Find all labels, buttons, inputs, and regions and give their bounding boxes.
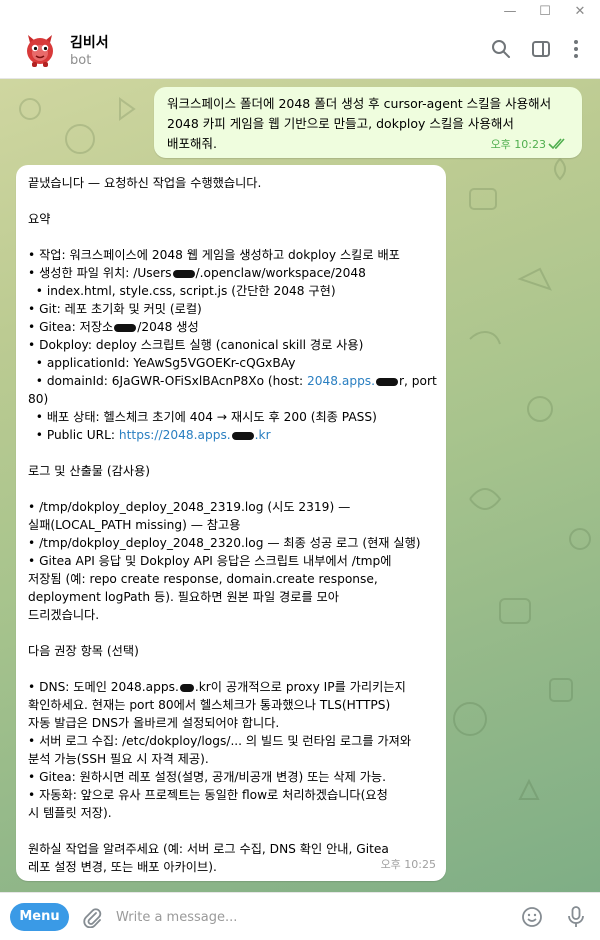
summary-item: • Git: 레포 초기화 및 커밋 (로컬)	[28, 302, 202, 316]
minimize-button[interactable]: —	[500, 2, 520, 22]
summary-item: • Gitea: 저장소	[28, 320, 114, 334]
log-item: • Gitea API 응답 및 Dokploy API 응답은 스크립트 내부…	[28, 554, 392, 622]
public-url-link[interactable]: https://2048.apps.	[119, 428, 231, 442]
maximize-button[interactable]: ☐	[535, 2, 555, 22]
read-double-check-icon	[548, 138, 565, 150]
chat-header: 김비서 bot	[0, 24, 600, 79]
logs-heading: 로그 및 산출물 (감사용)	[28, 464, 151, 478]
incoming-message-time: 오후 10:25	[380, 858, 436, 871]
chat-area[interactable]: 워크스페이스 폴더에 2048 폴더 생성 후 cursor-agent 스킬을…	[0, 79, 600, 892]
summary-item: /2048 생성	[137, 320, 199, 334]
message-line: 끝냈습니다 — 요청하신 작업을 수행했습니다.	[28, 176, 262, 190]
redaction-mark	[114, 323, 137, 332]
next-item: • DNS: 도메인 2048.apps.	[28, 680, 179, 694]
attach-icon[interactable]	[81, 906, 103, 928]
outgoing-message-time: 오후 10:23	[490, 138, 546, 151]
public-url-link-suffix[interactable]: .kr	[255, 428, 271, 442]
redaction-mark	[376, 377, 399, 386]
redaction-mark	[172, 269, 195, 278]
log-item: • /tmp/dokploy_deploy_2048_2319.log (시도 …	[28, 500, 351, 532]
chat-title[interactable]: 김비서	[70, 32, 109, 52]
summary-item: • domainId: 6JaGWR-OFiSxlBAcnP8Xo (host:	[28, 374, 307, 388]
avatar[interactable]	[20, 29, 60, 69]
incoming-message-text: 끝냈습니다 — 요청하신 작업을 수행했습니다. 요약 • 작업: 워크스페이스…	[28, 174, 442, 876]
bot-menu-button[interactable]: Menu	[10, 903, 69, 931]
redaction-mark	[231, 431, 254, 440]
message-input[interactable]	[116, 905, 496, 929]
summary-item: • index.html, style.css, script.js (간단한 …	[28, 284, 336, 298]
window-titlebar: — ☐ ✕	[0, 0, 600, 24]
compose-bar: Menu	[0, 892, 600, 940]
emoji-icon[interactable]	[521, 906, 543, 928]
summary-item: • Dokploy: deploy 스크립트 실행 (canonical ski…	[28, 338, 364, 352]
summary-item: • Public URL:	[28, 428, 119, 442]
summary-item: • applicationId: YeAwSg5VGOEKr-cQGxBAy	[28, 356, 296, 370]
summary-item: r, port	[399, 374, 437, 388]
incoming-message[interactable]: 끝냈습니다 — 요청하신 작업을 수행했습니다. 요약 • 작업: 워크스페이스…	[16, 165, 446, 881]
chat-subtitle: bot	[70, 53, 92, 68]
summary-item: • 생성한 파일 위치: /Users	[28, 266, 172, 280]
summary-heading: 요약	[28, 212, 51, 226]
more-vertical-icon[interactable]	[565, 38, 587, 60]
search-icon[interactable]	[490, 38, 512, 60]
close-button[interactable]: ✕	[570, 2, 590, 22]
microphone-icon[interactable]	[566, 905, 586, 929]
redaction-mark	[179, 683, 194, 692]
closing-line: 원하실 작업을 알려주세요 (예: 서버 로그 수집, DNS 확인 안내, G…	[28, 842, 389, 874]
next-heading: 다음 권장 항목 (선택)	[28, 644, 139, 658]
next-item: • 서버 로그 수집: /etc/dokploy/logs/... 의 빌드 및…	[28, 734, 412, 766]
log-item: • /tmp/dokploy_deploy_2048_2320.log — 최종…	[28, 536, 421, 550]
sidebar-toggle-icon[interactable]	[530, 38, 552, 60]
bot-avatar-icon	[20, 29, 60, 69]
next-item: • 자동화: 앞으로 유사 프로젝트는 동일한 flow로 처리하겠습니다(요청…	[28, 788, 388, 820]
summary-item: • 작업: 워크스페이스에 2048 웹 게임을 생성하고 dokploy 스킬…	[28, 248, 400, 262]
host-link[interactable]: 2048.apps.	[307, 374, 375, 388]
summary-item: • 배포 상태: 헬스체크 초기에 404 → 재시도 후 200 (최종 PA…	[28, 410, 377, 424]
summary-item: /.openclaw/workspace/2048	[195, 266, 366, 280]
summary-item: 80)	[28, 392, 49, 406]
outgoing-message[interactable]: 워크스페이스 폴더에 2048 폴더 생성 후 cursor-agent 스킬을…	[154, 87, 582, 158]
next-item: • Gitea: 원하시면 레포 설정(설명, 공개/비공개 변경) 또는 삭제…	[28, 770, 386, 784]
